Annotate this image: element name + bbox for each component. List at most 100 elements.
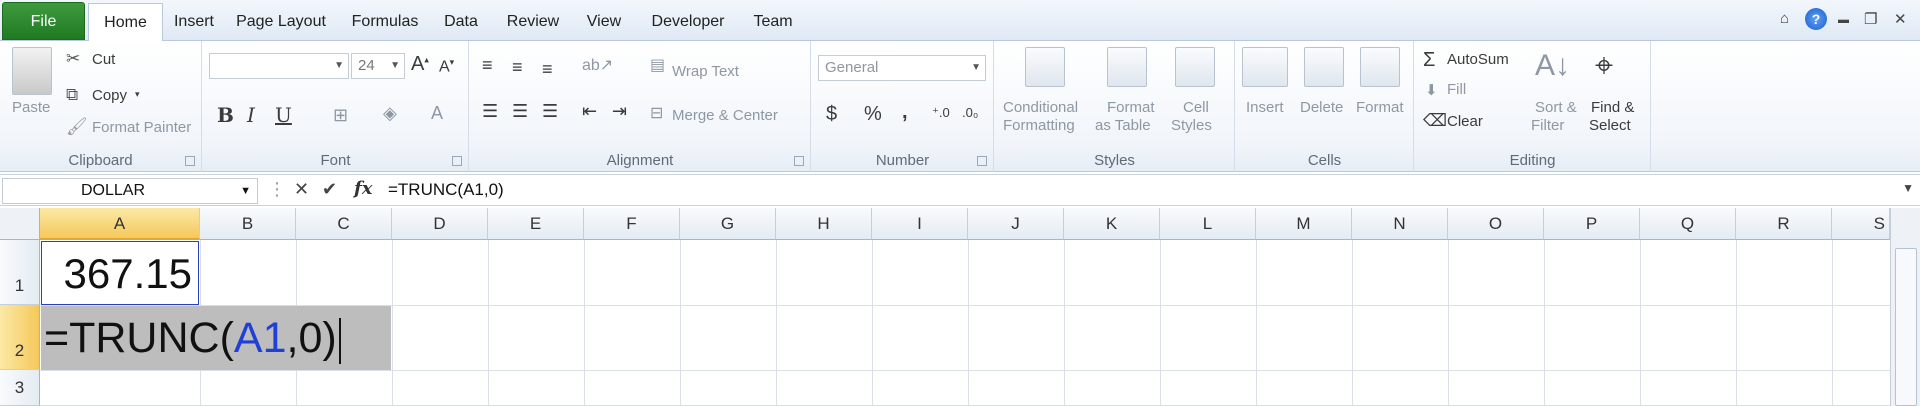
cut-icon[interactable]: ✂ bbox=[66, 49, 80, 69]
cancel-icon[interactable]: ✕ bbox=[294, 179, 309, 200]
merge-center-button[interactable]: Merge & Center bbox=[672, 107, 778, 124]
column-header[interactable]: A bbox=[40, 208, 200, 240]
vertical-scrollbar[interactable] bbox=[1890, 208, 1920, 406]
autosum-icon[interactable]: Σ bbox=[1423, 49, 1435, 72]
column-header[interactable]: I bbox=[872, 208, 968, 240]
column-header[interactable]: C bbox=[296, 208, 392, 240]
format-as-table-icon[interactable] bbox=[1107, 47, 1147, 87]
tab-home[interactable]: Home bbox=[88, 3, 163, 42]
fill-color-icon[interactable]: ◈ bbox=[383, 103, 397, 124]
column-header[interactable]: K bbox=[1064, 208, 1160, 240]
binoculars-icon[interactable]: ⌖ bbox=[1595, 47, 1613, 85]
align-bottom-icon[interactable]: ≡ bbox=[542, 59, 553, 80]
enter-icon[interactable]: ✔ bbox=[322, 179, 337, 200]
column-header[interactable]: B bbox=[200, 208, 296, 240]
italic-button[interactable]: I bbox=[247, 103, 255, 127]
ribbon-minimize-icon[interactable]: ⌂ bbox=[1780, 10, 1789, 30]
format-painter-icon[interactable]: 🖌 bbox=[66, 117, 88, 137]
paste-icon[interactable] bbox=[12, 47, 52, 95]
underline-button[interactable]: U bbox=[275, 103, 292, 127]
number-format-combo[interactable]: General ▼ bbox=[818, 55, 986, 81]
cut-button[interactable]: Cut bbox=[92, 51, 115, 68]
sort-filter-icon[interactable]: A↓ bbox=[1535, 49, 1570, 83]
align-left-icon[interactable]: ☰ bbox=[482, 101, 498, 122]
decrease-indent-icon[interactable]: ⇤ bbox=[582, 101, 597, 122]
insert-cells-button[interactable]: Insert bbox=[1246, 99, 1284, 116]
cell-styles-button[interactable]: Cell bbox=[1183, 99, 1209, 116]
currency-button[interactable]: $ bbox=[826, 103, 837, 126]
column-header[interactable]: O bbox=[1448, 208, 1544, 240]
alignment-launcher-icon[interactable] bbox=[794, 156, 804, 166]
wrap-text-button[interactable]: Wrap Text bbox=[672, 63, 739, 80]
tab-page-layout[interactable]: Page Layout bbox=[228, 3, 334, 41]
tab-formulas[interactable]: Formulas bbox=[346, 3, 424, 41]
column-header[interactable]: S bbox=[1832, 208, 1890, 240]
delete-cells-icon[interactable] bbox=[1304, 47, 1344, 87]
find-select-button[interactable]: Find & bbox=[1591, 99, 1634, 116]
align-center-icon[interactable]: ☰ bbox=[512, 101, 528, 122]
number-launcher-icon[interactable] bbox=[977, 156, 987, 166]
comma-button[interactable]: , bbox=[902, 101, 908, 124]
row-header[interactable]: 1 bbox=[0, 240, 40, 305]
scrollbar-thumb[interactable] bbox=[1895, 248, 1917, 406]
column-header[interactable]: R bbox=[1736, 208, 1832, 240]
cell-a2-editing[interactable]: =TRUNC(A1,0) bbox=[41, 306, 391, 370]
merge-center-icon[interactable]: ⊟ bbox=[650, 103, 663, 123]
minimize-icon[interactable]: ▬ bbox=[1838, 14, 1849, 34]
fill-icon[interactable]: ⬇ bbox=[1425, 81, 1438, 99]
conditional-formatting-icon[interactable] bbox=[1025, 47, 1065, 87]
row-header[interactable]: 2 bbox=[0, 305, 40, 370]
expand-formula-bar-icon[interactable]: ▼ bbox=[1902, 181, 1914, 195]
align-middle-icon[interactable]: ≡ bbox=[512, 57, 523, 78]
clipboard-launcher-icon[interactable] bbox=[185, 156, 195, 166]
paste-button[interactable]: Paste bbox=[12, 99, 50, 116]
align-top-icon[interactable]: ≡ bbox=[482, 55, 493, 76]
fill-button[interactable]: Fill bbox=[1447, 81, 1466, 98]
orientation-icon[interactable]: ab↗ bbox=[582, 55, 613, 75]
autosum-button[interactable]: AutoSum bbox=[1447, 51, 1509, 68]
tab-data[interactable]: Data bbox=[436, 3, 486, 41]
select-all-button[interactable] bbox=[0, 208, 40, 240]
shrink-font-icon[interactable]: A▾ bbox=[439, 57, 454, 76]
column-header[interactable]: D bbox=[392, 208, 488, 240]
borders-icon[interactable]: ⊞ bbox=[333, 105, 348, 126]
column-header[interactable]: E bbox=[488, 208, 584, 240]
format-cells-button[interactable]: Format bbox=[1356, 99, 1404, 116]
tab-team[interactable]: Team bbox=[746, 3, 800, 41]
wrap-text-icon[interactable]: ▤ bbox=[650, 55, 665, 75]
format-as-table-button[interactable]: Format bbox=[1107, 99, 1155, 116]
tab-review[interactable]: Review bbox=[498, 3, 568, 41]
tab-developer[interactable]: Developer bbox=[640, 3, 736, 41]
tab-insert[interactable]: Insert bbox=[166, 3, 222, 41]
decrease-decimal-icon[interactable]: .0₀ bbox=[962, 105, 978, 120]
insert-function-icon[interactable]: fx bbox=[354, 178, 372, 199]
help-icon[interactable]: ? bbox=[1805, 8, 1827, 30]
tab-view[interactable]: View bbox=[580, 3, 628, 41]
restore-icon[interactable]: ❐ bbox=[1864, 10, 1877, 30]
column-header[interactable]: J bbox=[968, 208, 1064, 240]
delete-cells-button[interactable]: Delete bbox=[1300, 99, 1343, 116]
grow-font-icon[interactable]: A▴ bbox=[411, 53, 429, 76]
column-header[interactable]: Q bbox=[1640, 208, 1736, 240]
copy-icon[interactable]: ⧉ bbox=[66, 85, 78, 105]
formula-options-icon[interactable]: ⋮ bbox=[268, 179, 286, 200]
percent-button[interactable]: % bbox=[864, 103, 882, 126]
formula-input[interactable]: =TRUNC(A1,0) bbox=[388, 175, 504, 205]
clear-button[interactable]: Clear bbox=[1447, 113, 1483, 130]
chevron-down-icon[interactable]: ▼ bbox=[240, 179, 251, 203]
tab-file[interactable]: File bbox=[2, 2, 85, 40]
copy-button[interactable]: Copy bbox=[92, 87, 127, 104]
column-header[interactable]: G bbox=[680, 208, 776, 240]
close-icon[interactable]: ✕ bbox=[1894, 10, 1907, 30]
column-header[interactable]: N bbox=[1352, 208, 1448, 240]
insert-cells-icon[interactable] bbox=[1242, 47, 1288, 87]
format-cells-icon[interactable] bbox=[1360, 47, 1400, 87]
copy-dropdown-icon[interactable]: ▾ bbox=[135, 89, 140, 100]
font-size-combo[interactable]: 24 ▼ bbox=[351, 53, 405, 79]
conditional-formatting-button[interactable]: Conditional bbox=[1003, 99, 1078, 116]
column-header[interactable]: M bbox=[1256, 208, 1352, 240]
column-header[interactable]: H bbox=[776, 208, 872, 240]
font-launcher-icon[interactable] bbox=[452, 156, 462, 166]
name-box[interactable]: DOLLAR ▼ bbox=[2, 178, 258, 204]
cell-styles-icon[interactable] bbox=[1175, 47, 1215, 87]
